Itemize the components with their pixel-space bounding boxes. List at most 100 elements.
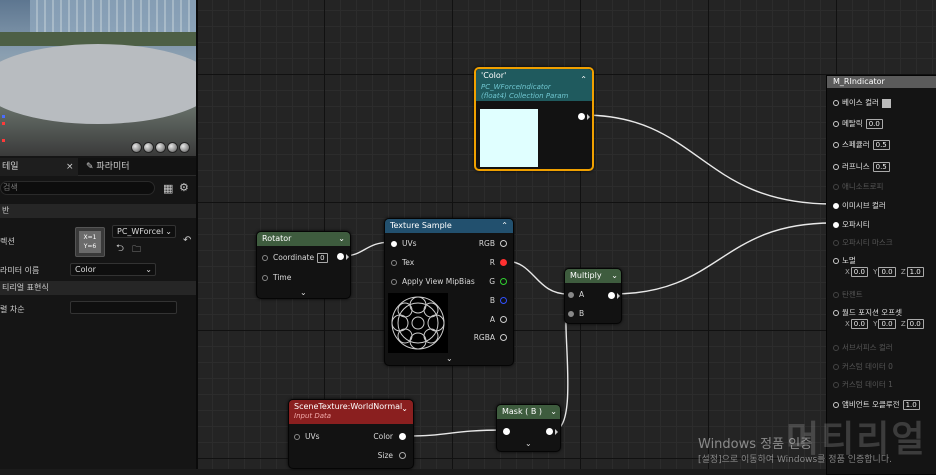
result-pin-world-position-offset[interactable]: 월드 포지션 오프셋 xyxy=(833,307,902,318)
result-pin-custom-data-1: 커스텀 데이터 1 xyxy=(833,379,893,390)
scene-texture-color-pin[interactable] xyxy=(399,433,406,440)
pin-in-icon xyxy=(568,311,574,317)
result-pin-label: 메탈릭 xyxy=(842,119,863,128)
normal-x-value[interactable]: 0.0 xyxy=(850,267,868,277)
rotator-time-pin[interactable]: Time xyxy=(262,273,291,282)
result-pin-label: 서브서피스 컬러 xyxy=(842,343,893,352)
chevron-down-icon[interactable]: ⌄ xyxy=(611,269,618,283)
pin-in-icon xyxy=(833,345,839,351)
result-pin-ambient-occlusion[interactable]: 앰비언트 오클루전 1.0 xyxy=(833,399,920,410)
result-pin-label: 커스텀 데이터 0 xyxy=(842,362,893,371)
scene-texture-uvs-pin[interactable]: UVs xyxy=(294,432,320,441)
rotator-coordinate-pin[interactable]: Coordinate 0 xyxy=(262,253,328,263)
normal-y-value[interactable]: 0.0 xyxy=(878,267,896,277)
metallic-value[interactable]: 0.0 xyxy=(865,119,883,129)
rotator-output-pin[interactable] xyxy=(337,253,344,260)
node-color-parameter-header[interactable]: 'Color' PC_WForceIndicator (float4) Coll… xyxy=(476,69,592,101)
result-pin-metallic[interactable]: 메탈릭 0.0 xyxy=(833,118,883,129)
node-rotator-header[interactable]: Rotator ⌄ xyxy=(257,232,350,246)
color-output-pin[interactable] xyxy=(578,113,585,120)
result-pin-roughness[interactable]: 러프니스 0.5 xyxy=(833,161,890,172)
node-texture-sample-title: Texture Sample xyxy=(390,221,452,230)
result-pin-label: 애니소트로피 xyxy=(842,182,884,191)
base-color-swatch[interactable] xyxy=(881,98,891,108)
result-pin-base-color[interactable]: 베이스 컬러 xyxy=(833,97,891,108)
texture-output-g-pin[interactable] xyxy=(500,278,507,285)
result-pin-label: 탄젠트 xyxy=(842,290,863,299)
z-label: Z xyxy=(900,320,906,328)
scene-texture-size-pin[interactable] xyxy=(399,452,406,459)
rotator-coordinate-value[interactable]: 0 xyxy=(317,253,328,263)
wpo-z-value[interactable]: 0.0 xyxy=(906,319,924,329)
chevron-down-icon[interactable]: ⌄ xyxy=(338,232,345,246)
expand-icon[interactable]: ⌄ xyxy=(525,439,532,448)
texture-output-r-pin[interactable] xyxy=(500,259,507,266)
scene-texture-size-label: Size xyxy=(377,451,393,460)
texture-output-b-pin[interactable] xyxy=(500,297,507,304)
node-texture-sample[interactable]: Texture Sample ⌃ UVs Tex Apply View MipB… xyxy=(384,218,514,366)
chevron-up-icon[interactable]: ⌃ xyxy=(501,219,508,233)
node-color-parameter-subtitle: PC_WForceIndicator xyxy=(481,83,551,91)
texture-uvs-pin[interactable]: UVs xyxy=(391,239,417,248)
texture-input-label: Tex xyxy=(402,258,415,267)
node-color-parameter[interactable]: 'Color' PC_WForceIndicator (float4) Coll… xyxy=(474,67,594,171)
wpo-xyz-fields[interactable]: X 0.0 Y 0.0 Z 0.0 xyxy=(845,319,927,329)
wpo-x-value[interactable]: 0.0 xyxy=(850,319,868,329)
x-label: X xyxy=(845,320,850,328)
wire-color-to-emissive xyxy=(582,114,833,205)
pin-in-icon xyxy=(833,310,839,316)
mask-input-pin[interactable] xyxy=(503,428,510,435)
normal-xyz-fields[interactable]: X 0.0 Y 0.0 Z 1.0 xyxy=(845,267,927,277)
node-scene-texture-header[interactable]: SceneTexture:WorldNormal Input Data ⌄ xyxy=(289,400,413,424)
texture-output-rgba-label: RGBA xyxy=(473,333,495,342)
result-pin-opacity[interactable]: 오파시티 xyxy=(833,219,870,230)
node-scene-texture[interactable]: SceneTexture:WorldNormal Input Data ⌄ UV… xyxy=(288,399,414,469)
result-pin-specular[interactable]: 스페큘러 0.5 xyxy=(833,139,890,150)
texture-tex-pin[interactable]: Tex xyxy=(391,258,414,267)
normal-z-value[interactable]: 1.0 xyxy=(906,267,924,277)
wpo-y-value[interactable]: 0.0 xyxy=(878,319,896,329)
texture-output-rgb-pin[interactable] xyxy=(500,240,507,247)
pin-in-icon xyxy=(262,255,268,261)
expand-icon[interactable]: ⌄ xyxy=(446,354,453,363)
mask-output-pin[interactable] xyxy=(546,428,553,435)
chevron-up-icon[interactable]: ⌃ xyxy=(580,73,587,87)
node-multiply-header[interactable]: Multiply ⌄ xyxy=(565,269,621,283)
texture-output-rgb-label: RGB xyxy=(478,239,495,248)
texture-output-rgba-pin[interactable] xyxy=(500,334,507,341)
result-pin-normal[interactable]: 노멀 xyxy=(833,255,856,266)
result-pin-opacity-mask: 오파시티 마스크 xyxy=(833,237,893,248)
roughness-value[interactable]: 0.5 xyxy=(872,162,890,172)
texture-preview xyxy=(388,293,448,353)
chevron-down-icon[interactable]: ⌄ xyxy=(550,405,557,419)
multiply-b-pin[interactable]: B xyxy=(568,309,584,318)
pin-in-icon xyxy=(833,203,839,209)
result-pin-label: 앰비언트 오클루전 xyxy=(842,400,900,409)
node-color-parameter-title: 'Color' xyxy=(481,71,507,80)
chevron-down-icon[interactable]: ⌄ xyxy=(401,402,408,416)
node-rotator[interactable]: Rotator ⌄ Coordinate 0 Time ⌄ xyxy=(256,231,351,299)
color-preview-swatch xyxy=(480,109,538,167)
multiply-b-label: B xyxy=(579,309,585,318)
ao-value[interactable]: 1.0 xyxy=(902,400,920,410)
specular-value[interactable]: 0.5 xyxy=(872,140,890,150)
node-mask-title: Mask ( B ) xyxy=(502,407,542,416)
node-mask[interactable]: Mask ( B ) ⌄ ⌄ xyxy=(496,404,561,452)
pin-in-icon xyxy=(833,364,839,370)
node-multiply[interactable]: Multiply ⌄ A B xyxy=(564,268,622,324)
result-pin-emissive[interactable]: 이미시브 컬러 xyxy=(833,200,886,211)
texture-output-a-pin[interactable] xyxy=(500,316,507,323)
rotator-time-label: Time xyxy=(273,273,292,282)
expand-icon[interactable]: ⌄ xyxy=(300,288,307,297)
node-color-parameter-type: (float4) Collection Param xyxy=(481,92,569,100)
result-pin-label: 이미시브 컬러 xyxy=(842,201,886,210)
multiply-a-pin[interactable]: A xyxy=(568,290,584,299)
texture-mipbias-pin[interactable]: Apply View MipBias xyxy=(391,277,475,286)
scene-texture-uvs-label: UVs xyxy=(305,432,320,441)
multiply-output-pin[interactable] xyxy=(608,292,615,299)
pin-in-icon xyxy=(391,260,397,266)
texture-output-a-label: A xyxy=(489,315,495,324)
node-texture-sample-header[interactable]: Texture Sample ⌃ xyxy=(385,219,513,233)
node-mask-header[interactable]: Mask ( B ) ⌄ xyxy=(497,405,560,419)
pin-in-icon xyxy=(833,292,839,298)
